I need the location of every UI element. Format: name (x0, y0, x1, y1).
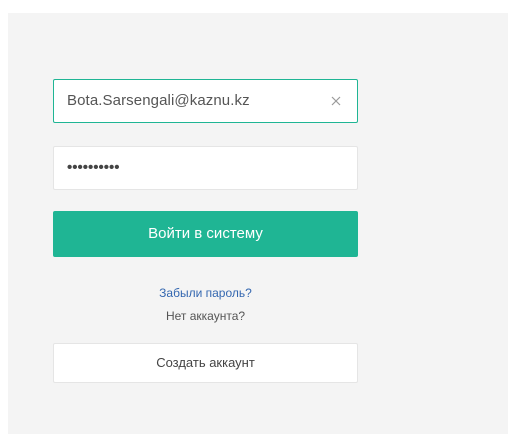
create-account-button[interactable]: Создать аккаунт (53, 343, 358, 383)
forgot-password-link[interactable]: Забыли пароль? (53, 286, 358, 300)
email-field[interactable]: Bota.Sarsengali@kaznu.kz (53, 79, 358, 123)
close-icon[interactable] (329, 94, 343, 108)
password-field[interactable]: •••••••••• (53, 146, 358, 190)
email-value[interactable]: Bota.Sarsengali@kaznu.kz (67, 80, 250, 122)
no-account-text: Нет аккаунта? (165, 309, 246, 323)
password-value[interactable]: •••••••••• (67, 147, 120, 189)
login-button[interactable]: Войти в систему (53, 211, 358, 257)
